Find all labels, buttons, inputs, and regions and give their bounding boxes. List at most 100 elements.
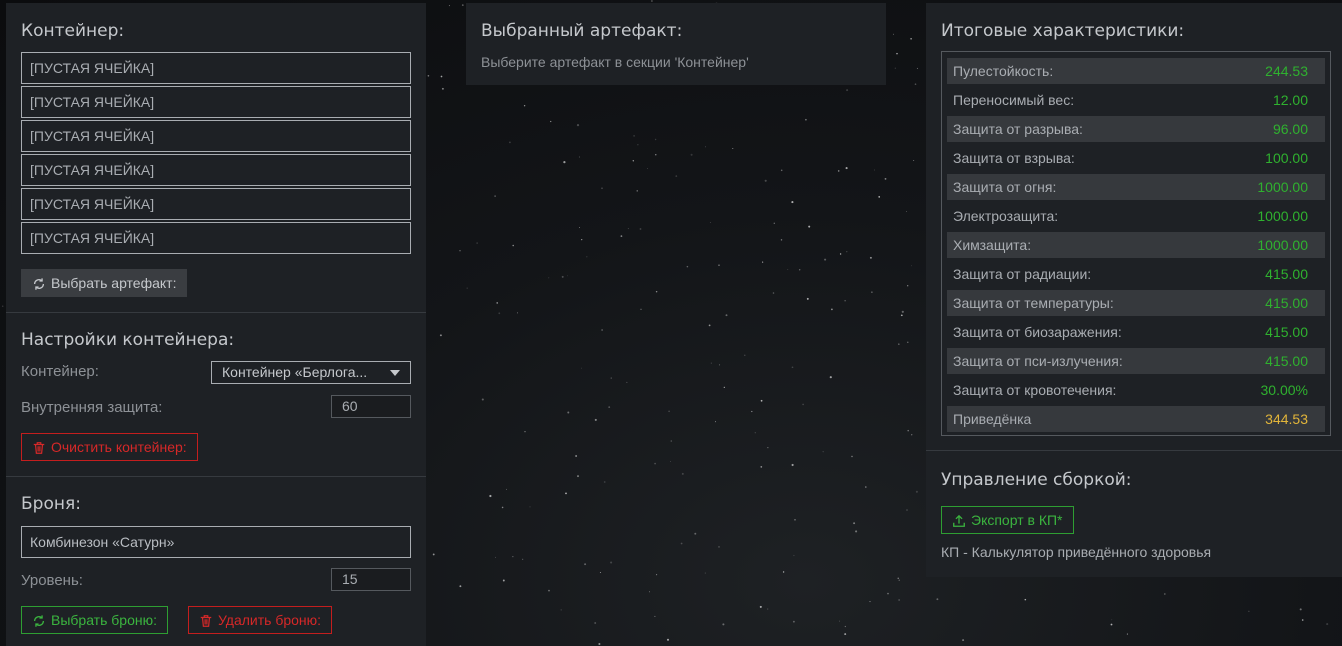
selected-artifact-panel: Выбранный артефакт: Выберите артефакт в … xyxy=(466,3,886,85)
star xyxy=(839,253,842,255)
star xyxy=(502,579,505,582)
select-armor-button[interactable]: Выбрать броню: xyxy=(21,606,168,634)
star xyxy=(432,553,435,556)
stat-name: Защита от температуры: xyxy=(953,295,1114,311)
stat-value: 1000.00 xyxy=(1257,179,1308,195)
stat-value: 1000.00 xyxy=(1257,237,1308,253)
star xyxy=(601,187,603,190)
export-button[interactable]: Экспорт в КП* xyxy=(941,506,1074,534)
star xyxy=(798,269,801,271)
level-input[interactable]: 15 xyxy=(331,568,411,591)
armor-title: Броня: xyxy=(21,494,81,514)
stat-value: 415.00 xyxy=(1265,295,1308,311)
star xyxy=(1024,598,1027,601)
star xyxy=(579,227,581,228)
star xyxy=(764,179,767,182)
star xyxy=(718,546,720,548)
star xyxy=(829,376,832,379)
stat-name: Химзащита: xyxy=(953,237,1032,253)
star xyxy=(900,314,903,317)
stat-name: Защита от радиации: xyxy=(953,266,1092,282)
star xyxy=(907,341,909,343)
star xyxy=(780,169,783,172)
star xyxy=(563,161,566,164)
delete-armor-label: Удалить броню: xyxy=(218,612,322,628)
star xyxy=(773,222,775,224)
star xyxy=(681,472,684,475)
delete-armor-button[interactable]: Удалить броню: xyxy=(188,606,333,636)
stat-name: Защита от кровотечения: xyxy=(953,382,1117,398)
inner-protection-label: Внутренняя защита: xyxy=(21,399,163,416)
star xyxy=(603,481,606,483)
star xyxy=(686,265,689,268)
stat-row: Защита от пси-излучения: 415.00 xyxy=(947,348,1325,374)
star xyxy=(869,601,871,603)
container-slot-3[interactable]: [ПУСТАЯ ЯЧЕЙКА] xyxy=(21,120,411,152)
container-slot-6[interactable]: [ПУСТАЯ ЯЧЕЙКА] xyxy=(21,222,411,254)
star xyxy=(577,475,579,478)
star xyxy=(575,455,577,457)
star xyxy=(878,196,881,198)
container-slot-4[interactable]: [ПУСТАЯ ЯЧЕЙКА] xyxy=(21,154,411,186)
star xyxy=(896,52,898,55)
star xyxy=(760,399,763,402)
level-label: Уровень: xyxy=(21,572,83,589)
export-label: Экспорт в КП* xyxy=(971,512,1063,528)
container-slot-1[interactable]: [ПУСТАЯ ЯЧЕЙКА] xyxy=(21,52,411,84)
star xyxy=(1301,619,1304,621)
stat-name: Электрозащита: xyxy=(953,208,1059,224)
star xyxy=(709,222,711,224)
star xyxy=(910,37,912,40)
trash-icon xyxy=(199,610,215,636)
star xyxy=(481,398,484,401)
stat-row: Пулестойкость: 244.53 xyxy=(947,58,1325,84)
star xyxy=(911,434,913,436)
container-slot-5[interactable]: [ПУСТАЯ ЯЧЕЙКА] xyxy=(21,188,411,220)
star xyxy=(655,154,657,156)
star xyxy=(898,579,900,581)
container-slot-2[interactable]: [ПУСТАЯ ЯЧЕЙКА] xyxy=(21,86,411,118)
container-title: Контейнер: xyxy=(21,21,125,41)
stat-row: Переносимый вес: 12.00 xyxy=(947,87,1325,113)
select-artifact-button[interactable]: Выбрать артефакт: xyxy=(21,269,188,297)
star xyxy=(1,305,4,308)
star xyxy=(910,265,912,267)
star xyxy=(710,362,712,364)
selected-artifact-hint: Выберите артефакт в секции 'Контейнер' xyxy=(481,54,749,70)
container-select[interactable]: Контейнер «Берлога... xyxy=(211,361,411,384)
clear-container-button[interactable]: Очистить контейнер: xyxy=(21,433,198,461)
star xyxy=(907,285,909,287)
star xyxy=(668,410,670,413)
stat-value: 344.53 xyxy=(1265,411,1308,427)
star xyxy=(1163,593,1166,595)
star xyxy=(548,589,550,592)
star xyxy=(719,364,721,366)
star xyxy=(962,639,965,642)
inner-protection-input[interactable]: 60 xyxy=(331,395,411,418)
star xyxy=(561,275,564,278)
star xyxy=(626,381,628,383)
star xyxy=(846,89,849,92)
star xyxy=(654,138,657,141)
star xyxy=(650,0,653,2)
star xyxy=(508,141,511,144)
star xyxy=(723,386,725,388)
star xyxy=(897,577,899,579)
stat-row: Электрозащита: 1000.00 xyxy=(947,203,1325,229)
star xyxy=(459,585,462,588)
star xyxy=(751,410,753,413)
star xyxy=(830,308,833,311)
armor-field[interactable]: Комбинезон «Сатурн» xyxy=(21,526,411,558)
trash-icon xyxy=(32,437,48,463)
star xyxy=(780,239,783,241)
star xyxy=(640,308,642,310)
star xyxy=(704,146,707,148)
star xyxy=(548,277,550,279)
star xyxy=(594,622,597,624)
star xyxy=(632,160,634,162)
star xyxy=(869,256,872,259)
container-settings-section: Настройки контейнера: Контейнер: Контейн… xyxy=(6,313,426,476)
container-label: Контейнер: xyxy=(21,363,99,380)
star xyxy=(887,592,889,595)
star xyxy=(427,74,430,77)
